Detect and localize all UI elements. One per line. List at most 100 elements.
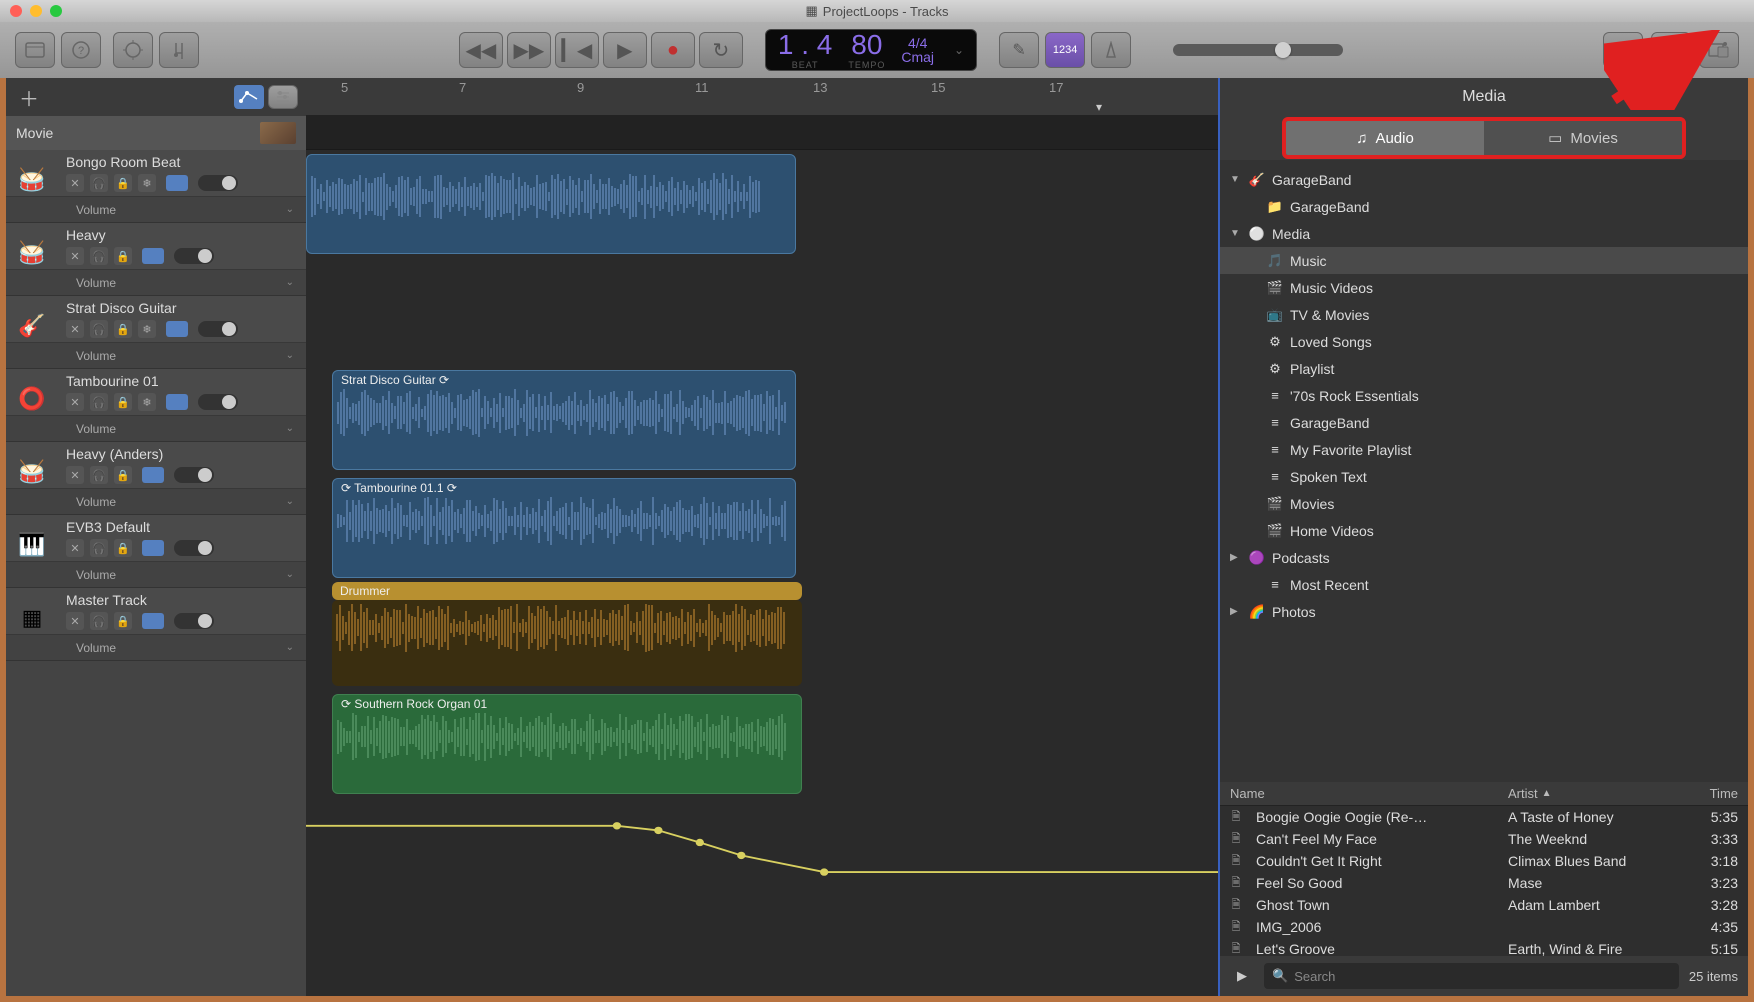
- help-button[interactable]: ?: [61, 32, 101, 68]
- editors-button[interactable]: [159, 32, 199, 68]
- track-header[interactable]: ⭕ Tambourine 01 ✕ 🎧 🔒 ❄ Volume ⌄: [6, 369, 306, 442]
- solo-button[interactable]: 🎧: [90, 174, 108, 192]
- track-automation-toggle[interactable]: [142, 248, 164, 264]
- record-button[interactable]: ●: [651, 32, 695, 68]
- media-source-tree[interactable]: ▼🎸GarageBand📁GarageBand▼⚪Media🎵Music🎬Mus…: [1220, 160, 1748, 782]
- region-body[interactable]: [332, 600, 802, 686]
- freeze-button[interactable]: ❄: [138, 393, 156, 411]
- tree-item[interactable]: ⚙Loved Songs: [1220, 328, 1748, 355]
- minimize-window-button[interactable]: [30, 5, 42, 17]
- track-pan-slider[interactable]: [174, 540, 214, 556]
- timeline-ruler[interactable]: ▾ 57911131517: [306, 78, 1218, 116]
- movie-track-header[interactable]: Movie: [6, 116, 306, 150]
- track-pan-slider[interactable]: [174, 248, 214, 264]
- loop-browser-button[interactable]: ◯: [1651, 32, 1691, 68]
- tree-item[interactable]: 📁GarageBand: [1220, 193, 1748, 220]
- lock-button[interactable]: 🔒: [114, 466, 132, 484]
- region[interactable]: Strat Disco Guitar ⟳: [332, 370, 796, 470]
- tree-item[interactable]: ▶🟣Podcasts: [1220, 544, 1748, 571]
- freeze-button[interactable]: ❄: [138, 174, 156, 192]
- playhead-marker[interactable]: ▾: [1096, 100, 1102, 114]
- smart-controls-button[interactable]: [113, 32, 153, 68]
- track-lane[interactable]: [306, 258, 1218, 366]
- close-window-button[interactable]: [10, 5, 22, 17]
- col-header-name[interactable]: Name: [1220, 782, 1508, 805]
- lock-button[interactable]: 🔒: [114, 612, 132, 630]
- solo-button[interactable]: 🎧: [90, 393, 108, 411]
- forward-button[interactable]: ▶▶: [507, 32, 551, 68]
- mute-button[interactable]: ✕: [66, 393, 84, 411]
- disclosure-triangle[interactable]: ▶: [1230, 606, 1242, 617]
- track-automation-toggle[interactable]: [166, 321, 188, 337]
- region[interactable]: [306, 154, 796, 254]
- automation-toggle[interactable]: [234, 85, 264, 109]
- track-lane[interactable]: ⟳ Southern Rock Organ 01: [306, 690, 1218, 798]
- region[interactable]: Drummer: [332, 582, 802, 600]
- count-in-button[interactable]: 1234: [1045, 32, 1085, 68]
- tuner-button[interactable]: ✎: [999, 32, 1039, 68]
- track-lane[interactable]: ⟳ Tambourine 01.1 ⟳: [306, 474, 1218, 582]
- solo-button[interactable]: 🎧: [90, 466, 108, 484]
- track-automation-toggle[interactable]: [142, 540, 164, 556]
- solo-button[interactable]: 🎧: [90, 612, 108, 630]
- track-automation-toggle[interactable]: [142, 613, 164, 629]
- media-row[interactable]: 🗎Feel So GoodMase3:23: [1220, 872, 1748, 894]
- media-row[interactable]: 🗎Can't Feel My FaceThe Weeknd3:33: [1220, 828, 1748, 850]
- track-lane[interactable]: Strat Disco Guitar ⟳: [306, 366, 1218, 474]
- master-volume-slider[interactable]: [1173, 44, 1343, 56]
- track-header[interactable]: 🎸 Strat Disco Guitar ✕ 🎧 🔒 ❄ Volume ⌄: [6, 296, 306, 369]
- mute-button[interactable]: ✕: [66, 539, 84, 557]
- region[interactable]: ⟳ Southern Rock Organ 01: [332, 694, 802, 794]
- lcd-menu-chevron[interactable]: ⌄: [954, 43, 964, 57]
- tree-item[interactable]: ≡GarageBand: [1220, 409, 1748, 436]
- preview-play-button[interactable]: ▶: [1230, 964, 1254, 988]
- track-automation-toggle[interactable]: [166, 394, 188, 410]
- track-header[interactable]: ▦ Master Track ✕ 🎧 🔒 Volume ⌄: [6, 588, 306, 661]
- note-pad-button[interactable]: ✎: [1603, 32, 1643, 68]
- play-button[interactable]: ▶: [603, 32, 647, 68]
- tree-item[interactable]: ≡Most Recent: [1220, 571, 1748, 598]
- track-header[interactable]: 🥁 Heavy (Anders) ✕ 🎧 🔒 Volume ⌄: [6, 442, 306, 515]
- track-header[interactable]: 🥁 Heavy ✕ 🎧 🔒 Volume ⌄: [6, 223, 306, 296]
- lock-button[interactable]: 🔒: [114, 539, 132, 557]
- lock-button[interactable]: 🔒: [114, 247, 132, 265]
- col-header-artist[interactable]: Artist ▲: [1508, 782, 1688, 805]
- media-search-input[interactable]: 🔍 Search: [1264, 963, 1679, 989]
- track-header[interactable]: 🎹 EVB3 Default ✕ 🎧 🔒 Volume ⌄: [6, 515, 306, 588]
- solo-button[interactable]: 🎧: [90, 539, 108, 557]
- track-lane[interactable]: Drummer: [306, 582, 1218, 690]
- mute-button[interactable]: ✕: [66, 320, 84, 338]
- mute-button[interactable]: ✕: [66, 612, 84, 630]
- track-pan-slider[interactable]: [174, 467, 214, 483]
- track-pan-slider[interactable]: [174, 613, 214, 629]
- media-table-header[interactable]: Name Artist ▲ Time: [1220, 782, 1748, 806]
- solo-button[interactable]: 🎧: [90, 320, 108, 338]
- tree-item[interactable]: 🎬Home Videos: [1220, 517, 1748, 544]
- timeline-area[interactable]: ▾ 57911131517 Strat Disco Guitar ⟳⟳ Tamb…: [306, 78, 1220, 996]
- disclosure-triangle[interactable]: ▼: [1230, 228, 1242, 239]
- tree-item[interactable]: ⚙Playlist: [1220, 355, 1748, 382]
- metronome-button[interactable]: [1091, 32, 1131, 68]
- solo-button[interactable]: 🎧: [90, 247, 108, 265]
- tree-item[interactable]: 🎬Music Videos: [1220, 274, 1748, 301]
- tree-item[interactable]: ▼⚪Media: [1220, 220, 1748, 247]
- media-row[interactable]: 🗎Couldn't Get It RightClimax Blues Band3…: [1220, 850, 1748, 872]
- add-track-button[interactable]: ＋: [14, 83, 44, 111]
- freeze-button[interactable]: ❄: [138, 320, 156, 338]
- automation-lane[interactable]: [306, 798, 1218, 898]
- lock-button[interactable]: 🔒: [114, 320, 132, 338]
- track-pan-slider[interactable]: [198, 175, 238, 191]
- track-automation-toggle[interactable]: [142, 467, 164, 483]
- tab-audio[interactable]: ♫ Audio: [1286, 121, 1484, 155]
- track-pan-slider[interactable]: [198, 394, 238, 410]
- region[interactable]: ⟳ Tambourine 01.1 ⟳: [332, 478, 796, 578]
- lock-button[interactable]: 🔒: [114, 393, 132, 411]
- media-row[interactable]: 🗎Boogie Oogie Oogie (Re-…A Taste of Hone…: [1220, 806, 1748, 828]
- library-button[interactable]: [15, 32, 55, 68]
- tree-item[interactable]: 🎬Movies: [1220, 490, 1748, 517]
- col-header-time[interactable]: Time: [1688, 782, 1748, 805]
- tree-item[interactable]: ≡Spoken Text: [1220, 463, 1748, 490]
- tree-item[interactable]: ▶🌈Photos: [1220, 598, 1748, 625]
- disclosure-triangle[interactable]: ▼: [1230, 174, 1242, 185]
- mute-button[interactable]: ✕: [66, 466, 84, 484]
